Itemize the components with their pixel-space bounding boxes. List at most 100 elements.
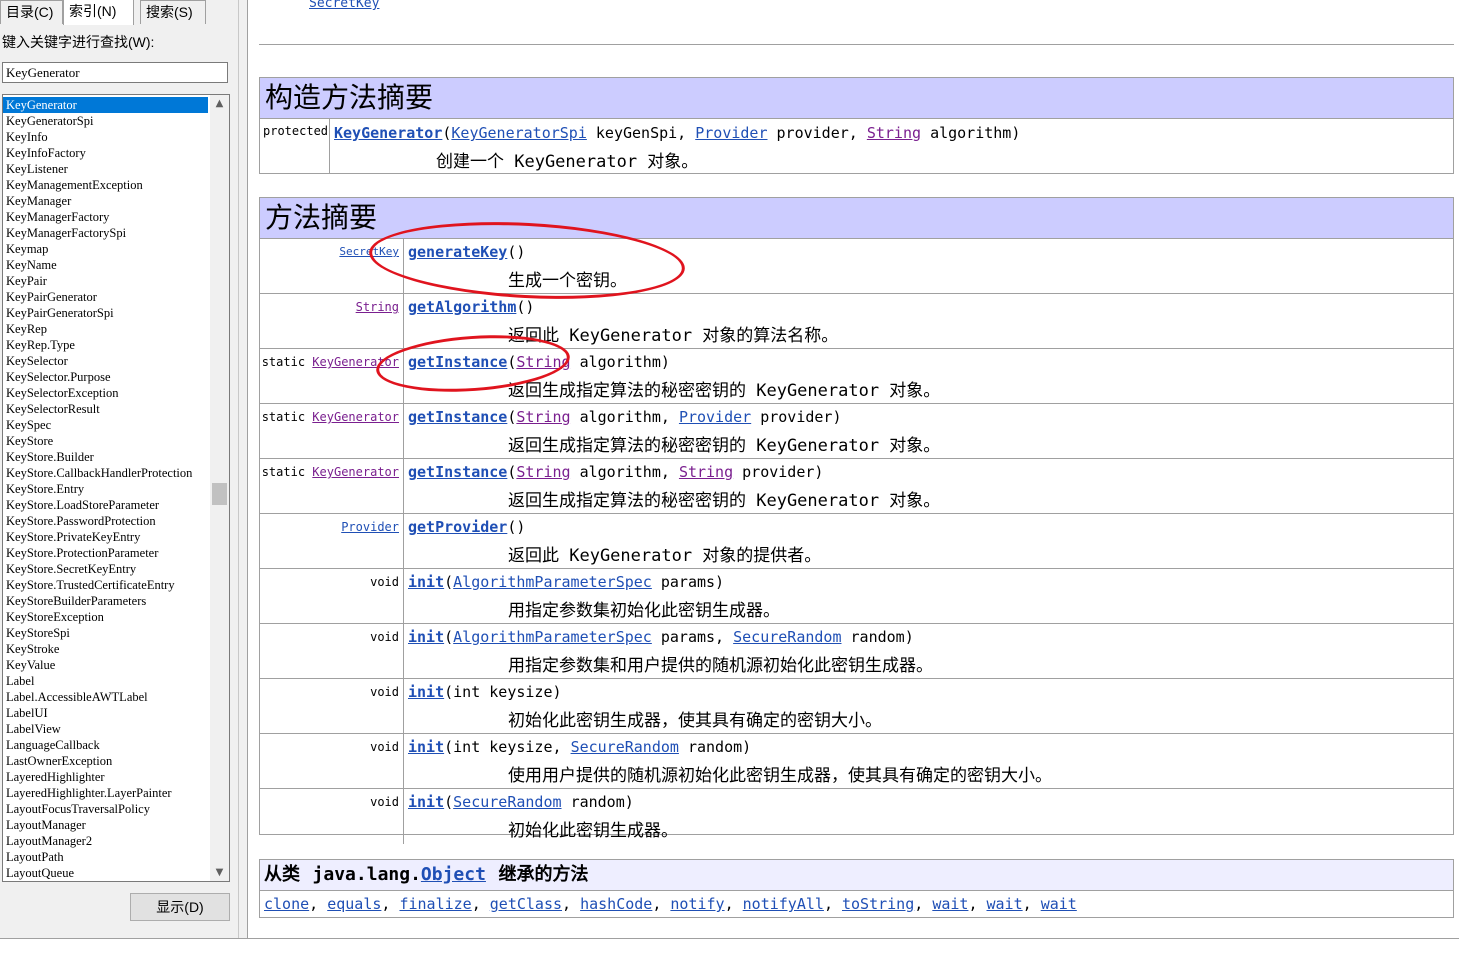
getalgorithm-link[interactable]: getAlgorithm <box>408 298 516 316</box>
securerandom-link[interactable]: SecureRandom <box>571 738 679 756</box>
init-link[interactable]: init <box>408 683 444 701</box>
init-link[interactable]: init <box>408 738 444 756</box>
index-list-item[interactable]: KeyStore.SecretKeyEntry <box>3 561 208 577</box>
index-list-item[interactable]: KeyStore.Entry <box>3 481 208 497</box>
index-list-item[interactable]: KeyManagementException <box>3 177 208 193</box>
index-list-item[interactable]: LanguageCallback <box>3 737 208 753</box>
index-listbox[interactable]: KeyGenerator KeyGeneratorSpi KeyInfo KeyInf… <box>2 94 230 882</box>
algorithmparameterspec-link[interactable]: AlgorithmParameterSpec <box>453 628 652 646</box>
inherited-method-link[interactable]: clone <box>264 895 309 913</box>
index-list-item[interactable]: KeyRep <box>3 321 208 337</box>
index-list-item[interactable]: KeySelector.Purpose <box>3 369 208 385</box>
index-list-item[interactable]: KeyName <box>3 257 208 273</box>
inherited-method-link[interactable]: notify <box>670 895 724 913</box>
index-list-item[interactable]: LabelView <box>3 721 208 737</box>
index-list-item[interactable]: KeyStoreBuilderParameters <box>3 593 208 609</box>
string-link[interactable]: String <box>867 124 921 142</box>
securerandom-link[interactable]: SecureRandom <box>733 628 841 646</box>
index-list-item[interactable]: KeyStore.TrustedCertificateEntry <box>3 577 208 593</box>
init-link[interactable]: init <box>408 793 444 811</box>
index-list-item[interactable]: Label.AccessibleAWTLabel <box>3 689 208 705</box>
string-type-link[interactable]: String <box>516 463 570 481</box>
keygenerator-type-link[interactable]: KeyGenerator <box>312 410 399 424</box>
index-list-item[interactable]: Label <box>3 673 208 689</box>
index-list-item[interactable]: KeyStore.ProtectionParameter <box>3 545 208 561</box>
index-list-item[interactable]: KeyPair <box>3 273 208 289</box>
index-list-item[interactable]: LabelUI <box>3 705 208 721</box>
index-list-item[interactable]: KeyStoreSpi <box>3 625 208 641</box>
index-list-item[interactable]: LayeredHighlighter.LayerPainter <box>3 785 208 801</box>
index-list-item[interactable]: KeyListener <box>3 161 208 177</box>
method-params: () <box>507 518 526 536</box>
index-list-item[interactable]: KeyStore.CallbackHandlerProtection <box>3 465 208 481</box>
index-list-item[interactable]: LayoutFocusTraversalPolicy <box>3 801 208 817</box>
scroll-up-icon[interactable]: ▲ <box>210 95 229 112</box>
securerandom-link[interactable]: SecureRandom <box>453 793 561 811</box>
getinstance-link[interactable]: getInstance <box>408 408 507 426</box>
index-list-item[interactable]: KeyManagerFactory <box>3 209 208 225</box>
string-type-link[interactable]: String <box>356 300 399 314</box>
keygeneratorspi-link[interactable]: KeyGeneratorSpi <box>451 124 586 142</box>
provider-type-link[interactable]: Provider <box>341 520 399 534</box>
tab-contents[interactable]: 目录(C) <box>0 0 63 24</box>
tab-index[interactable]: 索引(N) <box>63 0 134 25</box>
secretkey-link[interactable]: SecretKey <box>309 0 379 11</box>
index-list-item[interactable]: KeySelectorException <box>3 385 208 401</box>
show-button[interactable]: 显示(D) <box>130 893 230 921</box>
index-list-item[interactable]: LayoutQueue <box>3 865 208 881</box>
index-list-item[interactable]: KeyInfo <box>3 129 208 145</box>
inherited-method-link[interactable]: wait <box>987 895 1023 913</box>
index-list-item[interactable]: KeySelector <box>3 353 208 369</box>
index-list-item[interactable]: LayeredHighlighter <box>3 769 208 785</box>
inherited-method-link[interactable]: equals <box>327 895 381 913</box>
provider-type-link[interactable]: Provider <box>679 408 751 426</box>
index-list-item[interactable]: KeySpec <box>3 417 208 433</box>
inherited-method-link[interactable]: toString <box>842 895 914 913</box>
getinstance-link[interactable]: getInstance <box>408 463 507 481</box>
keyword-input[interactable] <box>2 62 228 83</box>
index-list-item[interactable]: KeyPairGeneratorSpi <box>3 305 208 321</box>
keygenerator-type-link[interactable]: KeyGenerator <box>312 465 399 479</box>
index-list-item[interactable]: KeyGeneratorSpi <box>3 113 208 129</box>
index-list-item[interactable]: KeyStroke <box>3 641 208 657</box>
inherited-method-link[interactable]: hashCode <box>580 895 652 913</box>
index-list-item[interactable]: KeyRep.Type <box>3 337 208 353</box>
index-list-item[interactable]: KeyStore.PrivateKeyEntry <box>3 529 208 545</box>
index-list-item[interactable]: LayoutPath <box>3 849 208 865</box>
index-list-item[interactable]: KeyStore.PasswordProtection <box>3 513 208 529</box>
index-list-item[interactable]: KeyManagerFactorySpi <box>3 225 208 241</box>
constructor-name-link[interactable]: KeyGenerator <box>334 124 442 142</box>
tab-search[interactable]: 搜索(S) <box>140 0 206 24</box>
inherited-method-link[interactable]: finalize <box>399 895 471 913</box>
string-type-link[interactable]: String <box>516 408 570 426</box>
provider-link[interactable]: Provider <box>695 124 767 142</box>
inherited-method-link[interactable]: wait <box>1041 895 1077 913</box>
scroll-thumb[interactable] <box>212 483 227 505</box>
index-list-item[interactable]: KeyStore <box>3 433 208 449</box>
string-type-link[interactable]: String <box>679 463 733 481</box>
index-list-item[interactable]: KeyValue <box>3 657 208 673</box>
algorithmparameterspec-link[interactable]: AlgorithmParameterSpec <box>453 573 652 591</box>
index-list-item[interactable]: KeyInfoFactory <box>3 145 208 161</box>
index-list-item[interactable]: LayoutManager <box>3 817 208 833</box>
index-list-item[interactable]: KeyStore.Builder <box>3 449 208 465</box>
init-link[interactable]: init <box>408 573 444 591</box>
scroll-down-icon[interactable]: ▼ <box>210 864 229 881</box>
pane-splitter[interactable] <box>238 0 248 938</box>
index-list-item[interactable]: KeyStoreException <box>3 609 208 625</box>
inherited-method-link[interactable]: notifyAll <box>743 895 824 913</box>
index-scrollbar[interactable]: ▲ ▼ <box>210 95 229 881</box>
index-list-item[interactable]: KeyStore.LoadStoreParameter <box>3 497 208 513</box>
index-list-item[interactable]: KeyManager <box>3 193 208 209</box>
index-list-item[interactable]: KeyGenerator <box>3 97 208 113</box>
getprovider-link[interactable]: getProvider <box>408 518 507 536</box>
index-list-item[interactable]: Keymap <box>3 241 208 257</box>
init-link[interactable]: init <box>408 628 444 646</box>
inherited-method-link[interactable]: wait <box>932 895 968 913</box>
index-list-item[interactable]: LayoutManager2 <box>3 833 208 849</box>
inherited-method-link[interactable]: getClass <box>490 895 562 913</box>
index-list-item[interactable]: KeyPairGenerator <box>3 289 208 305</box>
index-list-item[interactable]: KeySelectorResult <box>3 401 208 417</box>
index-list-item[interactable]: LastOwnerException <box>3 753 208 769</box>
object-class-link[interactable]: Object <box>421 864 486 885</box>
